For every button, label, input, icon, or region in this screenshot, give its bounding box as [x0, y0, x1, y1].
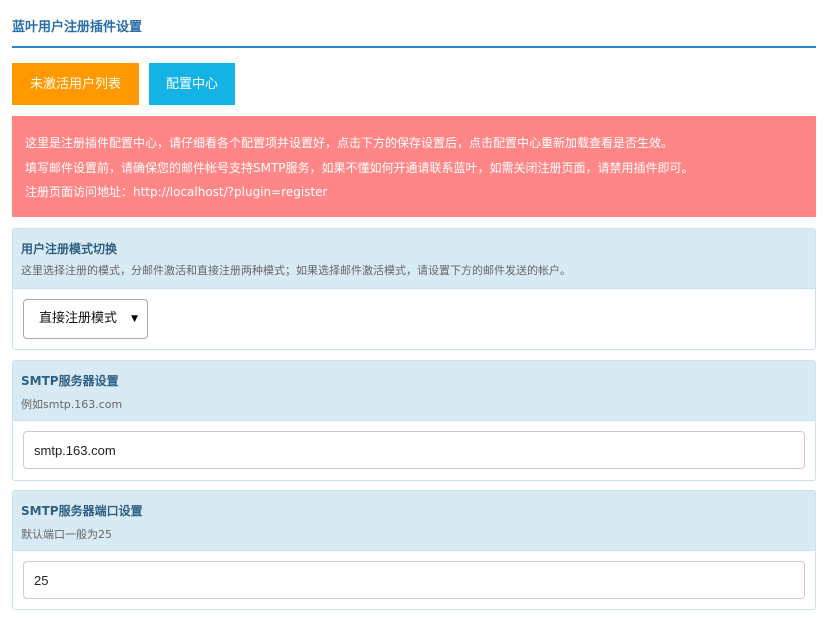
- config-center-button[interactable]: 配置中心: [149, 63, 235, 105]
- page-title: 蓝叶用户注册插件设置: [12, 20, 143, 35]
- smtp-port-panel-body: [13, 551, 815, 609]
- smtp-server-panel: SMTP服务器设置 例如smtp.163.com: [12, 360, 816, 481]
- register-mode-panel: 用户注册模式切换 这里选择注册的模式，分邮件激活和直接注册两种模式；如果选择邮件…: [12, 228, 816, 350]
- smtp-port-input[interactable]: [23, 561, 805, 599]
- smtp-server-panel-body: [13, 421, 815, 480]
- dropdown-arrow-icon: ▼: [131, 314, 138, 324]
- register-mode-selected-value: 直接注册模式: [39, 311, 118, 326]
- notice-line-1: 这里是注册插件配置中心，请仔细看各个配置项并设置好，点击下方的保存设置后，点击配…: [25, 136, 674, 150]
- smtp-port-panel: SMTP服务器端口设置 默认端口一般为25: [12, 490, 816, 610]
- smtp-server-title: SMTP服务器设置: [21, 374, 119, 388]
- smtp-port-description: 默认端口一般为25: [21, 528, 112, 541]
- register-mode-panel-header: 用户注册模式切换 这里选择注册的模式，分邮件激活和直接注册两种模式；如果选择邮件…: [13, 229, 815, 289]
- register-mode-description: 这里选择注册的模式，分邮件激活和直接注册两种模式；如果选择邮件激活模式，请设置下…: [21, 264, 571, 277]
- notice-line-3: 注册页面访问地址：http://localhost/?plugin=regist…: [25, 185, 328, 199]
- page-header: 蓝叶用户注册插件设置: [12, 0, 816, 48]
- register-mode-panel-body: 直接注册模式 ▼: [13, 289, 815, 349]
- notice-line-2: 填写邮件设置前，请确保您的邮件帐号支持SMTP服务，如果不懂如何开通请联系蓝叶，…: [25, 160, 694, 175]
- register-mode-title: 用户注册模式切换: [21, 242, 118, 256]
- smtp-server-description: 例如smtp.163.com: [21, 398, 123, 411]
- smtp-port-title: SMTP服务器端口设置: [21, 504, 143, 518]
- notice-alert: 这里是注册插件配置中心，请仔细看各个配置项并设置好，点击下方的保存设置后，点击配…: [12, 116, 816, 217]
- inactive-users-button[interactable]: 未激活用户列表: [12, 63, 139, 105]
- smtp-server-panel-header: SMTP服务器设置 例如smtp.163.com: [13, 361, 815, 421]
- smtp-port-panel-header: SMTP服务器端口设置 默认端口一般为25: [13, 491, 815, 551]
- register-mode-select[interactable]: 直接注册模式 ▼: [23, 299, 148, 339]
- smtp-server-input[interactable]: [23, 431, 805, 469]
